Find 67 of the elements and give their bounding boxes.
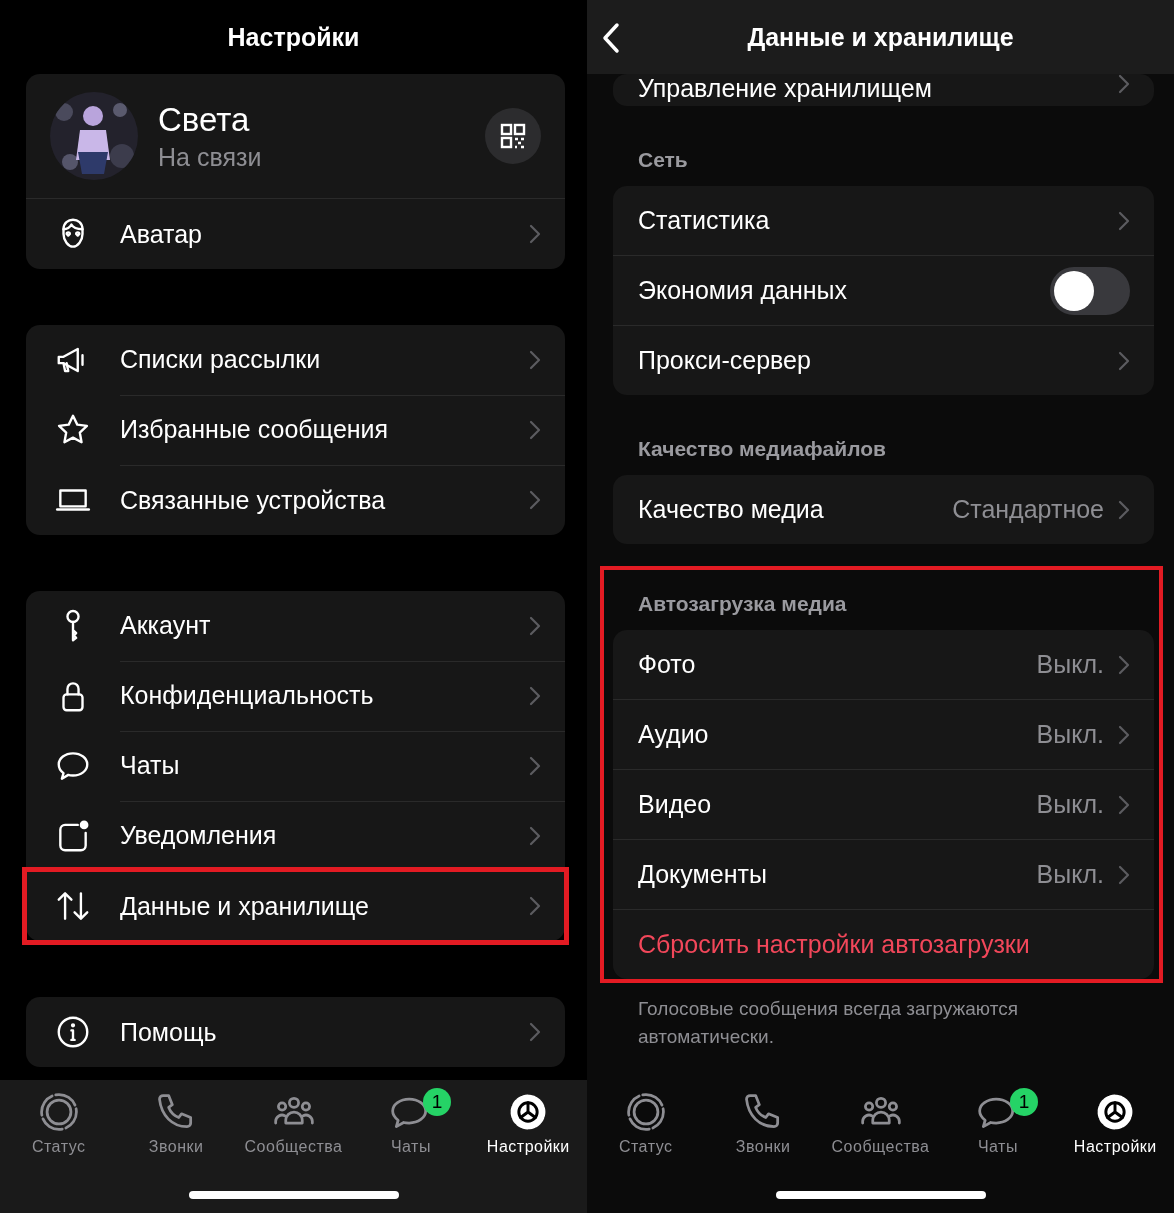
settings-item[interactable]: Конфиденциальность: [26, 661, 565, 731]
settings-item[interactable]: Данные и хранилище: [26, 871, 565, 941]
chevron-icon: [529, 224, 541, 244]
unread-badge: 1: [1009, 1088, 1038, 1116]
chevron-icon: [1118, 794, 1130, 815]
chevron-icon: [1118, 499, 1130, 520]
profile-status: На связи: [158, 142, 263, 172]
tab[interactable]: Звонки: [117, 1090, 235, 1156]
tab[interactable]: Сообщества: [821, 1090, 940, 1156]
settings-item[interactable]: Избранные сообщения: [26, 395, 565, 465]
settings-row[interactable]: Прокси-сервер: [613, 326, 1154, 395]
qr-code-icon: [500, 123, 526, 149]
chevron-icon: [1118, 74, 1130, 94]
row-value: Выкл.: [1036, 790, 1104, 819]
chevron-icon: [529, 490, 541, 510]
row-value: Выкл.: [1036, 720, 1104, 749]
chevron-icon: [529, 896, 541, 916]
section-header: Автозагрузка медиа: [638, 592, 847, 615]
screen-title: Данные и хранилище: [747, 22, 1014, 52]
chevron-icon: [529, 1022, 541, 1042]
settings-item[interactable]: Аватар: [26, 199, 565, 269]
profile-name: Света: [158, 100, 251, 139]
settings-row[interactable]: Документы Выкл.: [613, 840, 1154, 910]
screen-title: Настройки: [227, 22, 360, 52]
section-header: Качество медиафайлов: [638, 437, 886, 460]
tab[interactable]: Статус: [0, 1090, 118, 1156]
toggle-switch[interactable]: [1050, 266, 1130, 315]
unread-badge: 1: [422, 1088, 451, 1116]
settings-item[interactable]: Связанные устройства: [26, 465, 565, 535]
settings-item[interactable]: Списки рассылки: [26, 325, 565, 395]
chevron-icon: [529, 615, 541, 636]
settings-row[interactable]: Качество медиа Стандартное: [613, 475, 1154, 544]
settings-row[interactable]: Фото Выкл.: [613, 630, 1154, 700]
chevron-icon: [1118, 654, 1130, 675]
tab[interactable]: Настройки: [1056, 1090, 1174, 1156]
settings-item[interactable]: Уведомления: [26, 801, 565, 871]
settings-item[interactable]: Аккаунт: [26, 591, 565, 661]
chevron-icon: [1118, 210, 1130, 231]
tab[interactable]: Сообщества: [234, 1090, 353, 1156]
settings-row[interactable]: Аудио Выкл.: [613, 700, 1154, 770]
chevron-icon: [529, 685, 541, 706]
settings-item[interactable]: Помощь: [26, 997, 565, 1067]
settings-row[interactable]: Видео Выкл.: [613, 770, 1154, 840]
chevron-icon: [1118, 864, 1130, 885]
back-icon[interactable]: [601, 22, 621, 54]
tab[interactable]: Настройки: [469, 1090, 587, 1156]
settings-row: Экономия данных: [613, 256, 1154, 326]
settings-item[interactable]: Чаты: [26, 731, 565, 801]
row-value: Выкл.: [1036, 650, 1104, 679]
tab[interactable]: Чаты 1: [939, 1090, 1057, 1156]
tab[interactable]: Звонки: [704, 1090, 822, 1156]
footnote: Голосовые сообщения всегда загружаются автоматически.: [637, 997, 1019, 1049]
settings-row[interactable]: Управление хранилищем: [613, 74, 1154, 106]
chevron-icon: [529, 349, 541, 370]
row-value: Стандартное: [952, 495, 1104, 524]
chevron-icon: [1118, 350, 1130, 371]
chevron-icon: [529, 825, 541, 846]
chevron-icon: [529, 755, 541, 776]
reset-link[interactable]: Сбросить настройки автозагрузки: [613, 910, 1154, 979]
qr-code-button[interactable]: [485, 108, 541, 164]
chevron-icon: [529, 419, 541, 440]
settings-row[interactable]: Статистика: [613, 186, 1154, 256]
section-header: Сеть: [638, 148, 688, 171]
chevron-icon: [1118, 724, 1130, 745]
tab[interactable]: Статус: [587, 1090, 705, 1156]
tab[interactable]: Чаты 1: [352, 1090, 470, 1156]
row-value: Выкл.: [1036, 860, 1104, 889]
